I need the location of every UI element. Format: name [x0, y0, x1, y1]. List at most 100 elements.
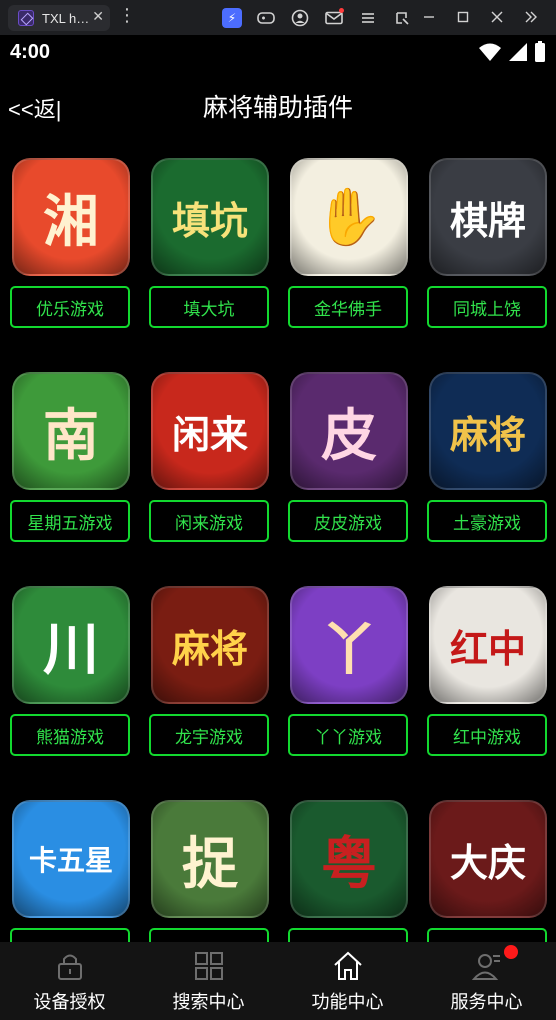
wifi-icon — [478, 42, 502, 66]
game-item[interactable]: 捉捉鸡游戏 — [149, 800, 271, 942]
browser-toolbar: TXL h… ✕ ⋮ ⚡ — [0, 0, 556, 35]
game-grid: 湘优乐游戏 填坑 填大坑 ✋ 金华佛手 棋牌 同城上饶南星期五游戏 闲来 闲来游戏皮皮皮游戏 麻将… — [0, 150, 556, 942]
page-title: 麻将辅助插件 — [202, 94, 353, 122]
user-icon — [471, 950, 503, 982]
game-label-button[interactable]: 熊猫游戏 — [10, 714, 130, 756]
game-icon-glyph: 卡五星 — [28, 844, 113, 877]
game-icon[interactable]: 湘 — [12, 158, 130, 276]
game-icon-glyph: 南 — [43, 402, 99, 469]
nav-label: 服务中心 — [450, 992, 523, 1013]
game-item[interactable]: 卡五星卡五星游戏 — [10, 800, 132, 942]
game-icon[interactable]: 南 — [12, 372, 130, 490]
game-item[interactable]: 填坑 填大坑 — [149, 158, 271, 328]
game-item[interactable]: 麻将 龙宇游戏 — [149, 586, 271, 756]
game-icon[interactable]: 粤 — [290, 800, 408, 918]
game-icon-glyph: 捉 — [182, 830, 238, 897]
menu-icon[interactable] — [358, 8, 378, 28]
game-label-button[interactable]: 星期五游戏 — [10, 500, 130, 542]
game-label-button[interactable]: 同城上饶 — [427, 286, 547, 328]
game-item[interactable]: 闲来 闲来游戏 — [149, 372, 271, 542]
game-icon[interactable]: 卡五星 — [12, 800, 130, 918]
game-icon-glyph: 麻将 — [449, 411, 526, 457]
more-icon[interactable] — [514, 7, 548, 27]
nav-item-function-center[interactable]: 功能中心 — [278, 942, 417, 1020]
page-header: <<返| 麻将辅助插件 — [0, 76, 556, 132]
share-icon[interactable] — [392, 8, 412, 28]
game-label-button[interactable]: 优乐游戏 — [10, 286, 130, 328]
game-icon-glyph: ✋ — [314, 184, 384, 250]
game-label-button[interactable]: 丫丫游戏 — [288, 714, 408, 756]
game-item[interactable]: 棋牌 同城上饶 — [427, 158, 549, 328]
game-icon-glyph: 闲来 — [171, 411, 248, 457]
game-icon[interactable]: 闲来 — [151, 372, 269, 490]
game-label-button[interactable]: 卡五星游戏 — [10, 928, 130, 942]
tab-title: TXL h… — [42, 10, 90, 26]
game-icon[interactable]: 棋牌 — [429, 158, 547, 276]
nav-item-device-auth[interactable]: 设备授权 — [0, 942, 139, 1020]
game-icon[interactable]: 红中 — [429, 586, 547, 704]
game-icon[interactable]: 丫 — [290, 586, 408, 704]
game-item[interactable]: 粤粤游戏 — [288, 800, 410, 942]
game-item[interactable]: 丫丫丫游戏 — [288, 586, 410, 756]
game-icon-glyph: 粤 — [321, 830, 377, 897]
game-icon-glyph: 填坑 — [171, 197, 248, 243]
game-icon[interactable]: 麻将 — [429, 372, 547, 490]
game-icon-glyph: 湘 — [43, 188, 99, 255]
game-icon-glyph: 皮 — [321, 402, 377, 469]
game-icon[interactable]: 皮 — [290, 372, 408, 490]
browser-tab[interactable]: TXL h… ✕ — [8, 5, 110, 31]
nav-item-search-center[interactable]: 搜索中心 — [139, 942, 278, 1020]
game-item[interactable]: 皮皮皮游戏 — [288, 372, 410, 542]
game-icon-glyph: 丫 — [321, 616, 377, 683]
gamepad-icon[interactable] — [256, 8, 276, 28]
game-label-button[interactable]: 龙宇游戏 — [149, 714, 269, 756]
bolt-icon[interactable]: ⚡ — [222, 8, 242, 28]
game-label-button[interactable]: 皮皮游戏 — [288, 500, 408, 542]
game-label-button[interactable]: 粤游戏 — [288, 928, 408, 942]
minimize-icon[interactable] — [412, 7, 446, 27]
lock-icon — [54, 950, 86, 982]
nav-item-service-center[interactable]: 服务中心 — [417, 942, 556, 1020]
game-icon[interactable]: 大庆 — [429, 800, 547, 918]
close-icon[interactable] — [480, 7, 514, 27]
game-icon[interactable]: 捉 — [151, 800, 269, 918]
game-label-button[interactable]: 金华佛手 — [288, 286, 408, 328]
game-item[interactable]: 湘优乐游戏 — [10, 158, 132, 328]
tab-favicon-icon — [18, 10, 34, 26]
grid-icon — [193, 950, 225, 982]
game-icon-glyph: 红中 — [449, 625, 526, 671]
game-label-button[interactable]: 闲来游戏 — [149, 500, 269, 542]
game-icon[interactable]: 填坑 — [151, 158, 269, 276]
game-icon[interactable]: 川 — [12, 586, 130, 704]
game-label-button[interactable]: 捉鸡游戏 — [149, 928, 269, 942]
game-item[interactable]: 大庆大庆游戏 — [427, 800, 549, 942]
game-item[interactable]: ✋ 金华佛手 — [288, 158, 410, 328]
game-label-button[interactable]: 红中游戏 — [427, 714, 547, 756]
tab-close-icon[interactable]: ✕ — [92, 9, 104, 25]
signal-icon — [508, 42, 528, 66]
game-icon-glyph: 大庆 — [449, 839, 526, 885]
game-icon[interactable]: ✋ — [290, 158, 408, 276]
notification-badge — [504, 945, 518, 959]
nav-label: 搜索中心 — [172, 992, 245, 1013]
game-label-button[interactable]: 填大坑 — [149, 286, 269, 328]
maximize-icon[interactable] — [446, 7, 480, 27]
mail-icon[interactable] — [324, 8, 344, 28]
game-label-button[interactable]: 土豪游戏 — [427, 500, 547, 542]
game-label-button[interactable]: 大庆游戏 — [427, 928, 547, 942]
nav-label: 功能中心 — [311, 992, 384, 1013]
battery-icon — [534, 41, 546, 67]
game-icon-glyph: 麻将 — [171, 625, 248, 671]
game-icon[interactable]: 麻将 — [151, 586, 269, 704]
status-bar: 4:00 — [0, 35, 556, 71]
game-item[interactable]: 红中 红中游戏 — [427, 586, 549, 756]
account-icon[interactable] — [290, 8, 310, 28]
status-time: 4:00 — [10, 41, 51, 63]
game-item[interactable]: 南星期五游戏 — [10, 372, 132, 542]
nav-label: 设备授权 — [33, 992, 106, 1013]
game-item[interactable]: 川熊猫游戏 — [10, 586, 132, 756]
tab-menu-icon[interactable]: ⋮ — [118, 6, 136, 26]
game-item[interactable]: 麻将 土豪游戏 — [427, 372, 549, 542]
game-icon-glyph: 棋牌 — [449, 197, 526, 243]
home-icon — [332, 950, 364, 982]
